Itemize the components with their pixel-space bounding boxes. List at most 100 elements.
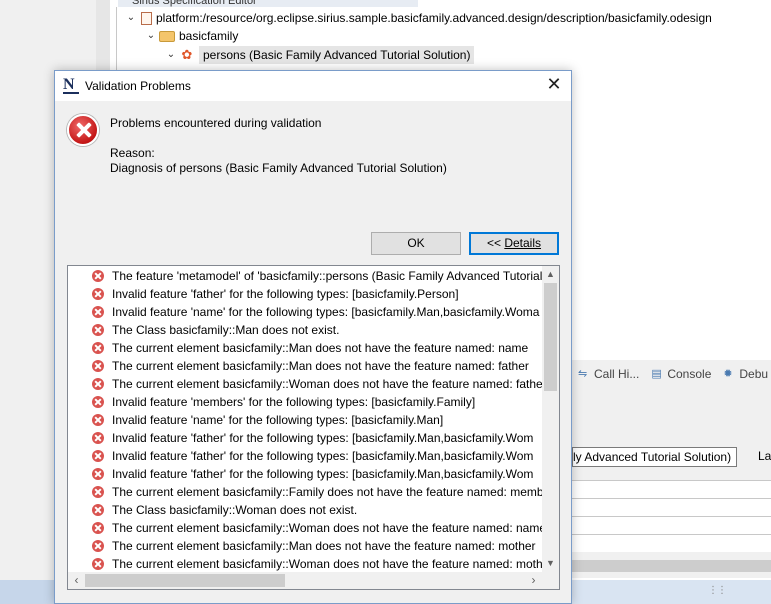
problem-text: Invalid feature 'name' for the following… — [112, 413, 444, 427]
error-icon — [92, 432, 104, 444]
tab-label: Debu — [739, 367, 769, 381]
chevron-down-icon[interactable]: ⌄ — [143, 27, 159, 45]
error-icon — [92, 342, 104, 354]
problem-text: The feature 'metamodel' of 'basicfamily:… — [112, 269, 542, 283]
tree-item-basicfamily[interactable]: ⌄ basicfamily — [143, 27, 239, 45]
problem-row[interactable]: The current element basicfamily::Woman d… — [92, 555, 542, 572]
tree-item-label: persons (Basic Family Advanced Tutorial … — [199, 46, 475, 64]
error-icon — [92, 396, 104, 408]
scroll-thumb[interactable] — [544, 283, 557, 391]
scroll-right-icon[interactable]: › — [525, 572, 542, 589]
tree-item-label: basicfamily — [179, 29, 239, 43]
problem-text: The current element basicfamily::Man doe… — [112, 341, 529, 355]
horizontal-scrollbar[interactable]: ‹ › — [68, 572, 542, 589]
error-icon — [92, 468, 104, 480]
problem-row[interactable]: The current element basicfamily::Man doe… — [92, 339, 528, 357]
chevron-down-icon[interactable]: ⌄ — [163, 46, 179, 64]
scroll-left-icon[interactable]: ‹ — [68, 572, 85, 589]
horizontal-scrollbar[interactable] — [572, 560, 771, 572]
details-button[interactable]: << Details — [469, 232, 559, 255]
tab-debug[interactable]: ✹ Debu — [723, 367, 768, 381]
problem-row[interactable]: The feature 'metamodel' of 'basicfamily:… — [92, 267, 542, 285]
problem-text: The current element basicfamily::Woman d… — [112, 377, 542, 391]
vertical-scrollbar[interactable]: ▲ ▼ — [542, 266, 559, 572]
problems-list[interactable]: The feature 'metamodel' of 'basicfamily:… — [67, 265, 560, 590]
scroll-up-icon[interactable]: ▲ — [542, 266, 559, 283]
console-icon: ▤ — [651, 368, 662, 380]
status-bar-left — [0, 580, 54, 604]
property-row[interactable] — [572, 498, 771, 516]
problem-row[interactable]: Invalid feature 'father' for the followi… — [92, 285, 459, 303]
error-icon — [92, 486, 104, 498]
dialog-titlebar[interactable]: N Validation Problems ✕ — [55, 71, 571, 101]
problems-list-viewport: The feature 'metamodel' of 'basicfamily:… — [68, 266, 542, 572]
problem-text: The current element basicfamily::Woman d… — [112, 521, 542, 535]
call-hierarchy-icon: ⇋ — [578, 368, 588, 380]
problem-text: Invalid feature 'father' for the followi… — [112, 287, 459, 301]
scrollbar-corner — [542, 572, 559, 589]
close-icon[interactable]: ✕ — [537, 71, 571, 101]
property-value: ly Advanced Tutorial Solution) — [573, 450, 732, 464]
details-prefix: << — [486, 236, 505, 250]
problem-text: Invalid feature 'father' for the followi… — [112, 467, 534, 481]
problem-row[interactable]: The Class basicfamily::Woman does not ex… — [92, 501, 357, 519]
reason-text: Diagnosis of persons (Basic Family Advan… — [110, 161, 447, 175]
ok-button[interactable]: OK — [371, 232, 461, 255]
validation-problems-dialog: N Validation Problems ✕ Problems encount… — [54, 70, 572, 604]
problem-row[interactable]: The current element basicfamily::Woman d… — [92, 519, 542, 537]
property-row[interactable] — [572, 480, 771, 498]
property-label: La — [758, 449, 771, 463]
details-label: Details — [504, 236, 542, 250]
specification-tree: ⌄ platform:/resource/org.eclipse.sirius.… — [116, 7, 771, 77]
error-icon — [92, 360, 104, 372]
app-logo-icon: N — [63, 76, 79, 94]
property-row[interactable] — [572, 534, 771, 552]
tree-item-persons[interactable]: ⌄ ✿ persons (Basic Family Advanced Tutor… — [163, 46, 475, 64]
error-icon — [92, 324, 104, 336]
scroll-thumb[interactable] — [85, 574, 285, 587]
resource-file-icon — [141, 11, 152, 25]
problem-text: The Class basicfamily::Man does not exis… — [112, 323, 340, 337]
error-icon — [92, 306, 104, 318]
grip-icon: ⋮⋮ — [708, 585, 727, 596]
error-icon — [92, 378, 104, 390]
chevron-down-icon[interactable]: ⌄ — [123, 9, 139, 27]
error-icon — [92, 414, 104, 426]
tab-console[interactable]: ▤ Console — [651, 367, 711, 381]
problem-row[interactable]: The current element basicfamily::Woman d… — [92, 375, 542, 393]
error-icon — [67, 114, 99, 146]
tree-item-label: platform:/resource/org.eclipse.sirius.sa… — [156, 11, 712, 25]
problem-text: The current element basicfamily::Man doe… — [112, 539, 536, 553]
problem-row[interactable]: Invalid feature 'father' for the followi… — [92, 465, 533, 483]
error-icon — [92, 504, 104, 516]
property-value-field[interactable]: ly Advanced Tutorial Solution) — [572, 447, 737, 467]
tab-call-hierarchy[interactable]: ⇋ Call Hi... — [578, 367, 639, 381]
tab-label: Console — [667, 367, 712, 381]
error-icon — [92, 450, 104, 462]
problem-row[interactable]: The current element basicfamily::Family … — [92, 483, 542, 501]
property-row[interactable] — [572, 516, 771, 534]
tree-item-odesign[interactable]: ⌄ platform:/resource/org.eclipse.sirius.… — [123, 9, 712, 27]
editor-tab[interactable]: Sirius Specification Editor — [118, 0, 418, 7]
problem-text: Invalid feature 'members' for the follow… — [112, 395, 476, 409]
scroll-down-icon[interactable]: ▼ — [542, 555, 559, 572]
reason-label: Reason: — [110, 146, 155, 160]
problem-row[interactable]: Invalid feature 'father' for the followi… — [92, 447, 533, 465]
problem-text: The Class basicfamily::Woman does not ex… — [112, 503, 358, 517]
dialog-title: Validation Problems — [85, 79, 191, 93]
error-icon — [92, 558, 104, 570]
debug-icon: ✹ — [723, 368, 733, 380]
view-tabs: ⇋ Call Hi... ▤ Console ✹ Debu — [572, 360, 771, 388]
problem-row[interactable]: Invalid feature 'name' for the following… — [92, 303, 539, 321]
problem-text: Invalid feature 'name' for the following… — [112, 305, 540, 319]
viewpoint-icon: ✿ — [181, 47, 193, 62]
problem-row[interactable]: The Class basicfamily::Man does not exis… — [92, 321, 339, 339]
problem-row[interactable]: Invalid feature 'name' for the following… — [92, 411, 443, 429]
problem-text: Invalid feature 'father' for the followi… — [112, 449, 534, 463]
problem-row[interactable]: Invalid feature 'members' for the follow… — [92, 393, 475, 411]
problem-row[interactable]: The current element basicfamily::Man doe… — [92, 537, 536, 555]
problem-row[interactable]: The current element basicfamily::Man doe… — [92, 357, 529, 375]
error-icon — [92, 288, 104, 300]
problem-row[interactable]: Invalid feature 'father' for the followi… — [92, 429, 533, 447]
dialog-message: Problems encountered during validation — [110, 116, 322, 130]
